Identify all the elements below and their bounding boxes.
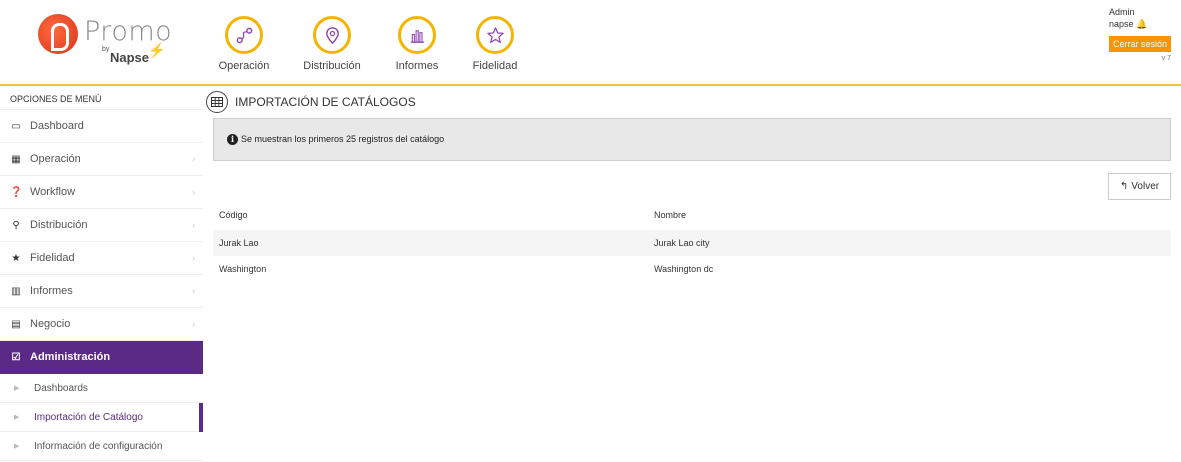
column-header-codigo: Código [219, 210, 248, 220]
building-icon: ▤ [11, 319, 21, 330]
table-row[interactable]: Washington Washington dc [213, 256, 1171, 282]
catalog-table: Código Nombre Jurak Lao Jurak Lao city W… [213, 202, 1171, 282]
sidebar-subitem-label: Dashboards [34, 383, 88, 394]
sidebar-item-administracion[interactable]: ☑ Administración [0, 341, 203, 374]
logout-button[interactable]: Cerrar sesión [1109, 36, 1171, 52]
map-pin-icon [313, 16, 351, 54]
star-icon [476, 16, 514, 54]
sidebar-item-label: Dashboard [30, 120, 84, 132]
alert-text: Se muestran los primeros 25 registros de… [241, 134, 445, 144]
laptop-icon: ▭ [11, 121, 21, 132]
chevron-right-icon: › [192, 286, 195, 296]
caret-right-icon: ▶ [14, 414, 20, 421]
user-name: napse [1109, 19, 1134, 29]
app-header: Promo by Napse ⚡ Operación Distribución … [0, 0, 1181, 86]
main-content: IMPORTACIÓN DE CATÁLOGOS i Se muestran l… [206, 88, 1171, 274]
table-row[interactable]: Jurak Lao Jurak Lao city [213, 230, 1171, 256]
sidebar-item-label: Negocio [30, 318, 71, 330]
table-icon [206, 91, 228, 113]
sidebar-subitem-label: Información de configuración [34, 441, 163, 452]
info-circle-icon: i [227, 134, 238, 145]
sidebar-subitem-importacion-catalogo[interactable]: ▶ Importación de Catálogo [0, 403, 203, 432]
back-button[interactable]: ↰ Volver [1108, 173, 1171, 200]
topnav-distribucion[interactable]: Distribución [297, 16, 367, 72]
user-box: Admin napse 🔔 Cerrar sesión v 7 [1109, 6, 1171, 62]
grid-icon: ▦ [11, 154, 21, 165]
bar-chart-icon [398, 16, 436, 54]
sidebar-item-workflow[interactable]: ❓ Workflow › [0, 176, 203, 209]
logo-by: by [102, 46, 110, 53]
table-header-row: Código Nombre [213, 202, 1171, 230]
sidebar-item-dashboard[interactable]: ▭ Dashboard [0, 110, 203, 143]
topnav-operacion[interactable]: Operación [209, 16, 279, 72]
topnav-label: Fidelidad [472, 60, 518, 72]
column-header-nombre: Nombre [654, 210, 687, 220]
caret-right-icon: ▶ [14, 385, 20, 392]
sidebar-subitem-informacion-configuracion[interactable]: ▶ Información de configuración [0, 432, 203, 461]
sidebar-item-operacion[interactable]: ▦ Operación › [0, 143, 203, 176]
back-button-label: Volver [1131, 181, 1160, 192]
question-circle-icon: ❓ [10, 187, 23, 198]
sidebar-subitem-label: Importación de Catálogo [34, 412, 143, 423]
sidebar-item-distribucion[interactable]: ⚲ Distribución › [0, 209, 203, 242]
sidebar-item-label: Distribución [30, 219, 88, 231]
app-version: v 7 [1161, 55, 1171, 62]
table-cell-nombre: Washington dc [654, 264, 714, 274]
sidebar-title: OPCIONES DE MENÚ [0, 88, 203, 110]
logo-brand: Napse [110, 50, 150, 65]
sidebar-item-informes[interactable]: ▥ Informes › [0, 275, 203, 308]
sidebar-item-fidelidad[interactable]: ★ Fidelidad › [0, 242, 203, 275]
table-cell-nombre: Jurak Lao city [654, 238, 710, 248]
user-name-line: napse 🔔 [1109, 18, 1171, 30]
table-cell-codigo: Washington [219, 264, 267, 274]
caret-right-icon: ▶ [14, 443, 20, 450]
sidebar-item-label: Informes [30, 285, 73, 297]
bar-chart-icon: ▥ [11, 286, 21, 297]
sidebar: OPCIONES DE MENÚ ▭ Dashboard ▦ Operación ›… [0, 88, 203, 462]
calendar-check-icon: ☑ [11, 352, 21, 363]
sidebar-item-negocio[interactable]: ▤ Negocio › [0, 308, 203, 341]
topnav-label: Operación [218, 60, 270, 72]
chevron-right-icon: › [192, 253, 195, 263]
promo-logo-mark-icon [38, 14, 78, 54]
sidebar-subitem-dashboards[interactable]: ▶ Dashboards [0, 374, 203, 403]
spark-icon: ⚡ [148, 42, 166, 58]
route-icon [225, 16, 263, 54]
topnav-label: Distribución [303, 60, 361, 72]
page-title: IMPORTACIÓN DE CATÁLOGOS [235, 95, 416, 109]
info-alert: i Se muestran los primeros 25 registros … [213, 118, 1171, 161]
sidebar-item-label: Administración [30, 351, 111, 363]
map-marker-icon: ⚲ [12, 220, 20, 231]
page-header: IMPORTACIÓN DE CATÁLOGOS [206, 88, 1171, 116]
sidebar-item-label: Fidelidad [30, 252, 75, 264]
chevron-right-icon: › [192, 154, 195, 164]
sidebar-item-label: Operación [30, 153, 81, 165]
chevron-right-icon: › [192, 319, 195, 329]
chevron-right-icon: › [192, 187, 195, 197]
user-role: Admin [1109, 7, 1135, 17]
bell-icon[interactable]: 🔔 [1136, 19, 1147, 29]
chevron-right-icon: › [192, 220, 195, 230]
star-icon: ★ [11, 253, 21, 264]
promo-logo[interactable]: Promo by Napse ⚡ [38, 14, 172, 70]
topnav-label: Informes [395, 60, 439, 72]
sidebar-item-label: Workflow [30, 186, 76, 198]
table-cell-codigo: Jurak Lao [219, 238, 259, 248]
topnav-informes[interactable]: Informes [382, 16, 452, 72]
topnav-fidelidad[interactable]: Fidelidad [460, 16, 530, 72]
reply-arrow-icon: ↰ [1119, 181, 1129, 192]
